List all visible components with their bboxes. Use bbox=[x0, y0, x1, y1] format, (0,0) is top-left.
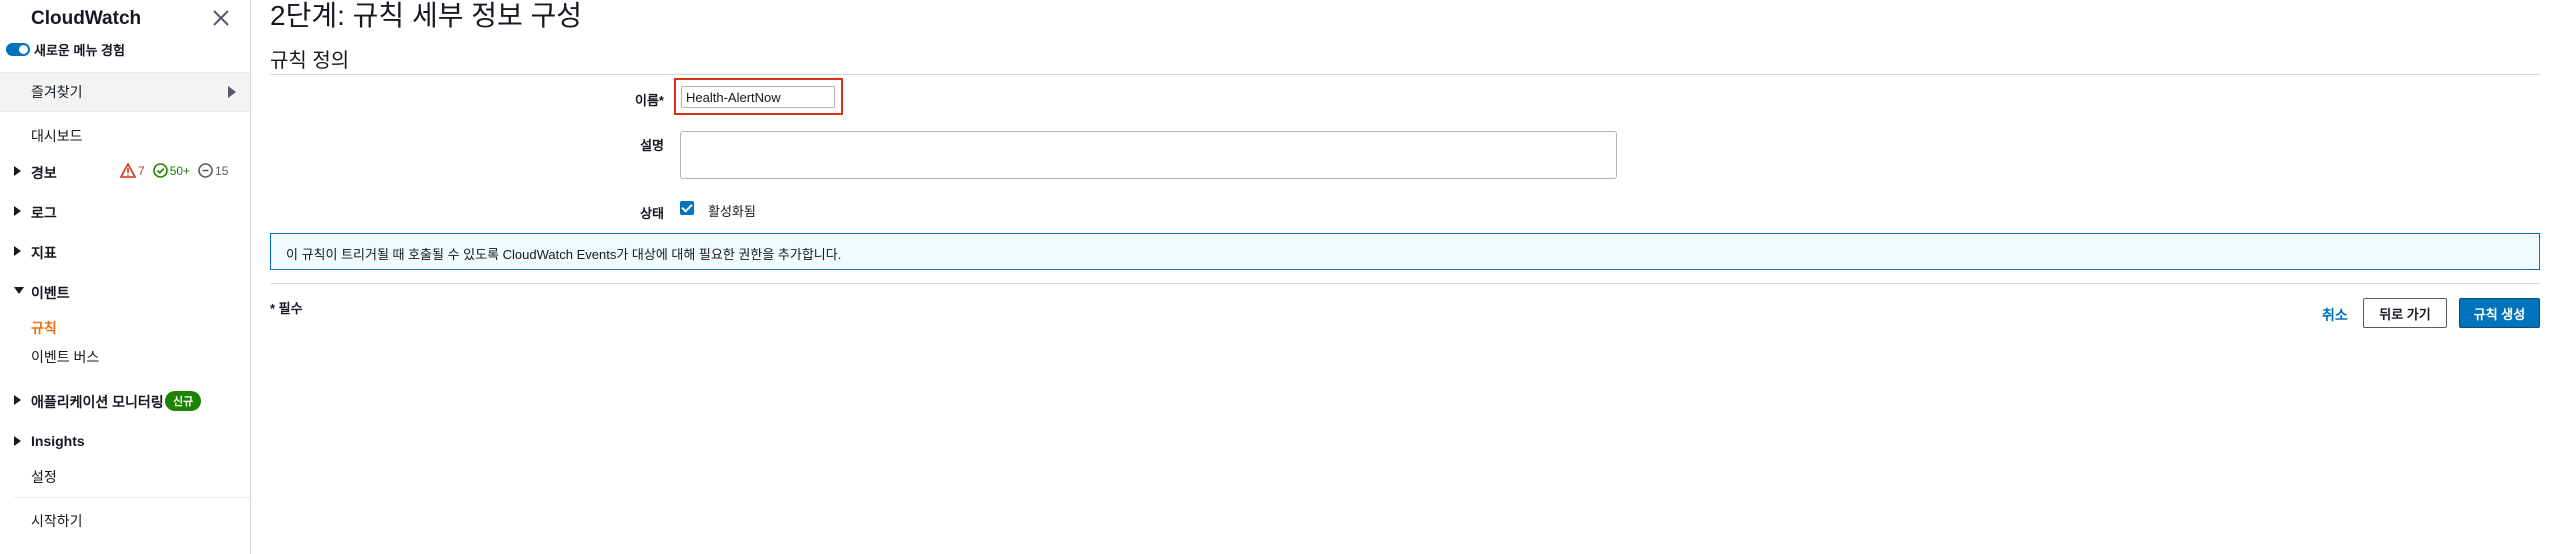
expand-metrics-icon[interactable] bbox=[14, 246, 21, 256]
sidebar: CloudWatch 새로운 메뉴 경험 즐겨찾기 대시보드 경보 7 50+ bbox=[0, 0, 251, 554]
enabled-label: 활성화됨 bbox=[708, 204, 756, 219]
sidebar-item-dashboard[interactable]: 대시보드 bbox=[31, 126, 83, 146]
sidebar-item-events[interactable]: 이벤트 bbox=[31, 283, 70, 303]
warning-triangle-icon bbox=[120, 163, 136, 178]
new-menu-toggle-label: 새로운 메뉴 경험 bbox=[34, 43, 125, 58]
collapse-events-icon[interactable] bbox=[14, 287, 24, 294]
create-rule-button[interactable]: 규칙 생성 bbox=[2459, 298, 2540, 328]
sidebar-item-settings[interactable]: 설정 bbox=[31, 467, 57, 487]
ok-count: 50+ bbox=[169, 163, 191, 178]
alarm-count: 7 bbox=[138, 163, 145, 178]
chevron-right-icon bbox=[228, 86, 236, 98]
sidebar-item-app-monitoring[interactable]: 애플리케이션 모니터링 bbox=[31, 392, 164, 412]
minus-circle-icon bbox=[198, 163, 213, 178]
check-circle-icon bbox=[152, 163, 168, 178]
rule-name-input[interactable] bbox=[681, 86, 835, 108]
back-button[interactable]: 뒤로 가기 bbox=[2363, 298, 2447, 328]
cancel-button[interactable]: 취소 bbox=[2322, 305, 2348, 325]
sidebar-title: CloudWatch bbox=[31, 8, 142, 29]
ok-state-badge[interactable]: 50+ bbox=[152, 163, 191, 178]
sidebar-divider bbox=[14, 497, 250, 498]
enabled-checkbox[interactable] bbox=[680, 201, 694, 215]
page-title: 2단계: 규칙 세부 정보 구성 bbox=[270, 0, 583, 31]
alarm-status-badges: 7 50+ 15 bbox=[120, 163, 236, 178]
description-textarea[interactable] bbox=[680, 131, 1617, 179]
sidebar-item-favorites[interactable]: 즐겨찾기 bbox=[0, 72, 250, 112]
new-menu-toggle[interactable] bbox=[6, 43, 30, 56]
state-label: 상태 bbox=[640, 206, 664, 221]
new-menu-toggle-row[interactable]: 새로운 메뉴 경험 bbox=[6, 40, 125, 59]
sidebar-item-alarms[interactable]: 경보 bbox=[31, 163, 57, 183]
footer-divider bbox=[270, 283, 2540, 284]
permission-info-box: 이 규칙이 트리거될 때 호출될 수 있도록 CloudWatch Events… bbox=[270, 233, 2540, 270]
sidebar-item-getting-started[interactable]: 시작하기 bbox=[31, 511, 83, 531]
new-badge: 신규 bbox=[165, 391, 202, 411]
sidebar-item-event-bus[interactable]: 이벤트 버스 bbox=[31, 347, 99, 367]
close-icon[interactable] bbox=[210, 7, 232, 29]
sidebar-item-logs[interactable]: 로그 bbox=[31, 203, 57, 223]
required-note: * 필수 bbox=[270, 301, 303, 316]
section-title: 규칙 정의 bbox=[270, 50, 350, 72]
sidebar-item-rules[interactable]: 규칙 bbox=[31, 318, 57, 338]
description-label: 설명 bbox=[640, 138, 664, 153]
sidebar-item-insights[interactable]: Insights bbox=[31, 433, 85, 449]
expand-insights-icon[interactable] bbox=[14, 436, 21, 446]
expand-logs-icon[interactable] bbox=[14, 206, 21, 216]
alarm-state-badge[interactable]: 7 bbox=[120, 163, 145, 178]
favorites-label: 즐겨찾기 bbox=[31, 84, 83, 100]
sidebar-item-metrics[interactable]: 지표 bbox=[31, 243, 57, 263]
expand-alarms-icon[interactable] bbox=[14, 166, 21, 176]
insufficient-count: 15 bbox=[215, 163, 229, 178]
insufficient-data-badge[interactable]: 15 bbox=[198, 163, 228, 178]
expand-app-monitoring-icon[interactable] bbox=[14, 395, 21, 405]
section-divider bbox=[270, 74, 2540, 75]
name-label: 이름* bbox=[635, 93, 664, 108]
